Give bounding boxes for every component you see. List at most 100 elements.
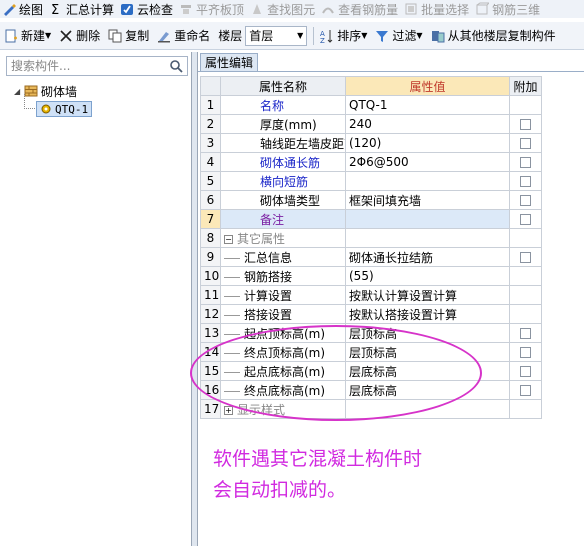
property-name-cell: 砌体墙类型 [220,190,346,210]
property-name: 横向短筋 [260,174,309,189]
quick-toolbar: 绘图 Σ 汇总计算 云检查 平齐板顶 查找图元 查看钢筋量 批量选择 钢筋三维 [0,0,584,18]
rebar-3d-button[interactable]: 钢筋三维 [473,0,544,18]
row-number: 16 [200,380,221,400]
rebar-3d-icon [475,2,491,16]
row-number: 15 [200,361,221,381]
property-value[interactable] [345,171,510,191]
property-row[interactable]: 14 终点顶标高(m) 层顶标高 [200,342,542,362]
draw-icon [2,2,16,16]
row-number: 17 [200,399,221,419]
extra-checkbox[interactable] [520,157,531,168]
property-value[interactable]: 砌体通长拉结筋 [345,247,510,267]
floor-select[interactable]: 首层 ▼ [245,25,308,46]
sort-button[interactable]: AZ 排序 ▼ [316,24,371,48]
row-number: 14 [200,342,221,362]
collapse-icon[interactable]: ◢ [14,87,24,96]
property-row[interactable]: 12 搭接设置 按默认搭接设置计算 [200,304,542,324]
property-value[interactable]: 按默认搭接设置计算 [345,304,510,324]
property-row[interactable]: 2 厚度(mm) 240 [200,114,542,134]
property-value[interactable]: 层顶标高 [345,323,510,343]
property-name-cell: 终点顶标高(m) [220,342,346,362]
view-rebar-button[interactable]: 查看钢筋量 [319,0,402,18]
copy-from-floor-button[interactable]: 从其他楼层复制构件 [427,24,560,48]
property-row[interactable]: 1 名称 QTQ-1 [200,95,542,115]
property-row[interactable]: 15 起点底标高(m) 层底标高 [200,361,542,381]
extra-checkbox[interactable] [520,214,531,225]
extra-cell [509,285,542,305]
property-row[interactable]: 6 砌体墙类型 框架间填充墙 [200,190,542,210]
tab-underline [198,71,584,72]
batch-select-button[interactable]: 批量选择 [402,0,473,18]
property-value[interactable]: 层底标高 [345,361,510,381]
property-row[interactable]: 4 砌体通长筋 2Φ6@500 [200,152,542,172]
extra-checkbox[interactable] [520,366,531,377]
delete-button[interactable]: 删除 [55,24,104,48]
property-value[interactable]: (120) [345,133,510,153]
property-row[interactable]: 7 备注 [200,209,542,229]
expand-icon[interactable]: + [224,405,233,415]
search-icon[interactable] [167,57,185,75]
extra-checkbox[interactable] [520,176,531,187]
extra-checkbox[interactable] [520,195,531,206]
row-number: 8 [200,228,221,248]
property-value [345,228,510,248]
draw-button[interactable]: 绘图 [0,0,47,18]
copy-button[interactable]: 复制 [104,24,153,48]
property-value[interactable]: 层底标高 [345,380,510,400]
property-row[interactable]: 10 钢筋搭接 (55) [200,266,542,286]
property-value[interactable]: QTQ-1 [345,95,510,115]
extra-cell [509,380,542,400]
property-name: 显示样式 [237,402,286,417]
property-row[interactable]: 8− 其它属性 [200,228,542,248]
align-slab-top-button[interactable]: 平齐板顶 [177,0,248,18]
find-element-button[interactable]: 查找图元 [248,0,319,18]
property-name-cell: 计算设置 [220,285,346,305]
tree-connector [224,295,240,297]
property-name-cell: 厚度(mm) [220,114,346,134]
extra-checkbox[interactable] [520,252,531,263]
align-top-icon [179,2,193,16]
property-name: 砌体通长筋 [260,155,321,170]
selected-component[interactable]: QTQ-1 [36,101,93,117]
component-tree-panel: ◢ 砌体墙 QTQ-1 [0,52,192,546]
column-header-value: 属性值 [345,76,510,96]
row-number: 5 [200,171,221,191]
new-button[interactable]: 新建 ▼ [0,24,55,48]
extra-checkbox[interactable] [520,119,531,130]
tree-node-qtq1[interactable]: QTQ-1 [23,94,93,118]
chevron-down-icon: ▼ [361,31,368,40]
view-rebar-icon [321,2,335,16]
cloud-check-button[interactable]: 云检查 [118,0,177,18]
collapse-icon[interactable]: − [224,234,233,244]
extra-checkbox[interactable] [520,385,531,396]
search-input[interactable] [7,57,167,75]
extra-checkbox[interactable] [520,328,531,339]
property-row[interactable]: 16 终点底标高(m) 层底标高 [200,380,542,400]
property-row[interactable]: 17 + 显示样式 [200,399,542,419]
extra-checkbox[interactable] [520,138,531,149]
property-name-cell: 名称 [220,95,346,115]
property-row[interactable]: 3 轴线距左墙皮距离(120) [200,133,542,153]
property-row[interactable]: 9 汇总信息 砌体通长拉结筋 [200,247,542,267]
property-name: 起点顶标高(m) [244,326,326,341]
tree-node-label: QTQ-1 [55,102,89,116]
property-row[interactable]: 5 横向短筋 [200,171,542,191]
filter-button[interactable]: 过滤 ▼ [371,24,426,48]
extra-checkbox[interactable] [520,347,531,358]
property-row[interactable]: 11 计算设置 按默认计算设置计算 [200,285,542,305]
property-value[interactable]: 框架间填充墙 [345,190,510,210]
tree-connector [224,333,240,335]
property-value[interactable]: 层顶标高 [345,342,510,362]
rename-button[interactable]: 重命名 [153,24,214,48]
property-row[interactable]: 13 起点顶标高(m) 层顶标高 [200,323,542,343]
property-value[interactable]: 按默认计算设置计算 [345,285,510,305]
property-value[interactable]: 240 [345,114,510,134]
svg-text:Z: Z [320,37,325,43]
tab-property-edit[interactable]: 属性编辑 [200,53,259,71]
summary-calc-button[interactable]: Σ 汇总计算 [47,0,118,19]
row-number: 13 [200,323,221,343]
property-value[interactable]: 2Φ6@500 [345,152,510,172]
property-value[interactable]: (55) [345,266,510,286]
rename-icon [157,29,171,43]
property-value[interactable] [345,209,510,229]
